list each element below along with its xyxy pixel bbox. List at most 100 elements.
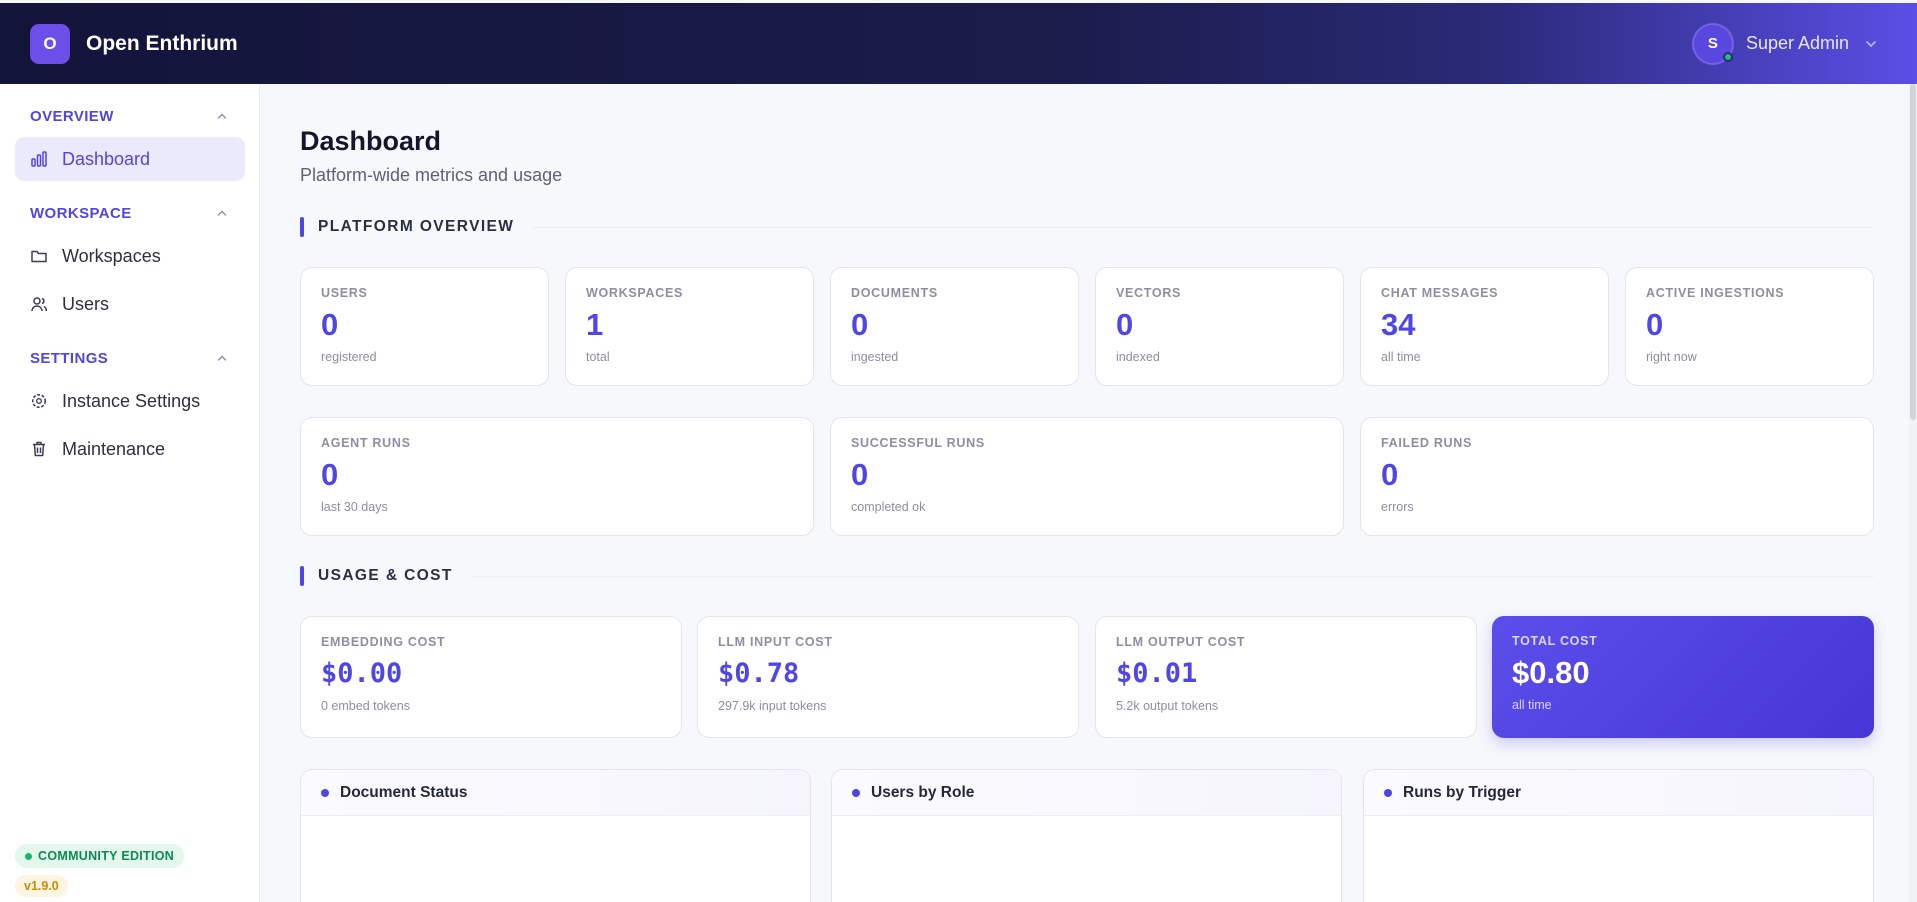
edition-dot	[25, 852, 32, 860]
trash-icon	[30, 440, 48, 458]
section-divider	[532, 226, 1874, 228]
stat-subtext: completed ok	[851, 500, 926, 514]
chevron-up-icon	[214, 350, 230, 366]
stat-card-failed-runs: FAILED RUNS 0 errors	[1360, 417, 1874, 536]
section-overview-header[interactable]: OVERVIEW	[0, 105, 260, 127]
section-title: USAGE & COST	[318, 567, 453, 584]
online-status-dot	[1722, 51, 1733, 62]
brand[interactable]: O Open Enthrium	[30, 23, 238, 64]
cost-card-total: TOTAL COST $0.80 all time	[1492, 616, 1874, 738]
section-usage-cost: USAGE & COST	[300, 566, 1874, 586]
panel-header: Document Status	[301, 770, 810, 816]
stat-subtext: total	[586, 350, 610, 364]
stat-value: 1	[586, 307, 604, 342]
stat-subtext: errors	[1381, 500, 1414, 514]
top-bar: O Open Enthrium S Super Admin	[0, 3, 1917, 84]
stat-card-active-ingestions: ACTIVE INGESTIONS 0 right now	[1625, 267, 1874, 386]
stat-label: FAILED RUNS	[1381, 436, 1473, 450]
stat-label: SUCCESSFUL RUNS	[851, 436, 985, 450]
cost-value: $0.80	[1512, 655, 1590, 690]
section-settings-title: SETTINGS	[30, 349, 109, 367]
panel-dot	[1384, 788, 1392, 797]
stat-value: 0	[321, 457, 339, 492]
chevron-up-icon	[214, 205, 230, 221]
stat-card-vectors: VECTORS 0 indexed	[1095, 267, 1344, 386]
stat-label: AGENT RUNS	[321, 436, 411, 450]
cost-value: $0.01	[1116, 658, 1198, 689]
avatar-initial: S	[1707, 35, 1718, 52]
stat-card-chat-messages: CHAT MESSAGES 34 all time	[1360, 267, 1609, 386]
sidebar-item-workspaces[interactable]: Workspaces	[15, 234, 245, 278]
stat-label: WORKSPACES	[586, 286, 684, 300]
sidebar-item-users[interactable]: Users	[15, 282, 245, 326]
panel-title: Users by Role	[871, 783, 975, 801]
page-scrollbar[interactable]	[1909, 84, 1917, 902]
stat-label: VECTORS	[1116, 286, 1182, 300]
cost-value: $0.00	[321, 658, 403, 689]
panel-dot	[321, 788, 329, 797]
sidebar-item-instance-settings[interactable]: Instance Settings	[15, 379, 245, 423]
cost-card-llm-output: LLM OUTPUT COST $0.01 5.2k output tokens	[1095, 616, 1477, 738]
stat-value: 0	[851, 457, 869, 492]
sidebar: OVERVIEW Dashboard WORKSPACE Workspaces …	[0, 84, 260, 902]
sidebar-item-dashboard[interactable]: Dashboard	[15, 137, 245, 181]
section-overview-title: OVERVIEW	[30, 107, 114, 125]
gear-icon	[30, 392, 48, 410]
folder-icon	[30, 247, 48, 265]
cost-label: LLM OUTPUT COST	[1116, 635, 1246, 649]
section-workspace-title: WORKSPACE	[30, 204, 132, 222]
section-divider	[470, 575, 1874, 577]
edition-badge: COMMUNITY EDITION	[15, 844, 185, 868]
stat-subtext: indexed	[1116, 350, 1160, 364]
panel-users-by-role: Users by Role	[831, 769, 1342, 902]
panel-document-status: Document Status	[300, 769, 811, 902]
sidebar-item-label: Workspaces	[62, 245, 161, 266]
stat-value: 0	[321, 307, 339, 342]
cost-label: EMBEDDING COST	[321, 635, 446, 649]
stat-label: DOCUMENTS	[851, 286, 938, 300]
scrollbar-thumb[interactable]	[1910, 84, 1916, 420]
cost-label: LLM INPUT COST	[718, 635, 833, 649]
user-name: Super Admin	[1745, 33, 1849, 53]
panel-dot	[852, 788, 860, 797]
user-menu[interactable]: S Super Admin	[1691, 22, 1881, 65]
section-title: PLATFORM OVERVIEW	[318, 218, 515, 235]
chevron-down-icon	[1861, 34, 1881, 54]
stat-subtext: registered	[321, 350, 377, 364]
stat-subtext: last 30 days	[321, 500, 388, 514]
page-subtitle: Platform-wide metrics and usage	[300, 165, 563, 185]
cost-label: TOTAL COST	[1512, 634, 1598, 648]
stat-value: 0	[1646, 307, 1664, 342]
cost-subtext: 297.9k input tokens	[718, 699, 827, 713]
panel-header: Runs by Trigger	[1364, 770, 1873, 816]
main-content: Dashboard Platform-wide metrics and usag…	[300, 84, 1874, 902]
cost-card-embedding: EMBEDDING COST $0.00 0 embed tokens	[300, 616, 682, 738]
page-title: Dashboard	[300, 126, 442, 156]
stat-subtext: right now	[1646, 350, 1697, 364]
stat-card-agent-runs: AGENT RUNS 0 last 30 days	[300, 417, 814, 536]
stat-card-successful-runs: SUCCESSFUL RUNS 0 completed ok	[830, 417, 1344, 536]
stat-value: 0	[851, 307, 869, 342]
stat-card-users: USERS 0 registered	[300, 267, 549, 386]
stat-value: 0	[1381, 457, 1399, 492]
cost-subtext: 5.2k output tokens	[1116, 699, 1219, 713]
section-workspace-header[interactable]: WORKSPACE	[0, 202, 260, 224]
stat-subtext: all time	[1381, 350, 1421, 364]
sidebar-item-label: Instance Settings	[62, 390, 201, 411]
stat-subtext: ingested	[851, 350, 899, 364]
panel-runs-by-trigger: Runs by Trigger	[1363, 769, 1874, 902]
section-accent-bar	[300, 566, 304, 586]
avatar: S	[1691, 22, 1734, 65]
stat-label: USERS	[321, 286, 368, 300]
section-accent-bar	[300, 217, 304, 237]
cost-value: $0.78	[718, 658, 800, 689]
version-badge: v1.9.0	[15, 875, 68, 897]
section-platform-overview: PLATFORM OVERVIEW	[300, 217, 1874, 237]
section-settings-header[interactable]: SETTINGS	[0, 347, 260, 369]
cost-card-llm-input: LLM INPUT COST $0.78 297.9k input tokens	[697, 616, 1079, 738]
bar-chart-icon	[30, 150, 48, 168]
sidebar-item-label: Users	[62, 293, 110, 314]
stat-card-documents: DOCUMENTS 0 ingested	[830, 267, 1079, 386]
sidebar-item-maintenance[interactable]: Maintenance	[15, 427, 245, 471]
brand-name: Open Enthrium	[86, 31, 238, 55]
